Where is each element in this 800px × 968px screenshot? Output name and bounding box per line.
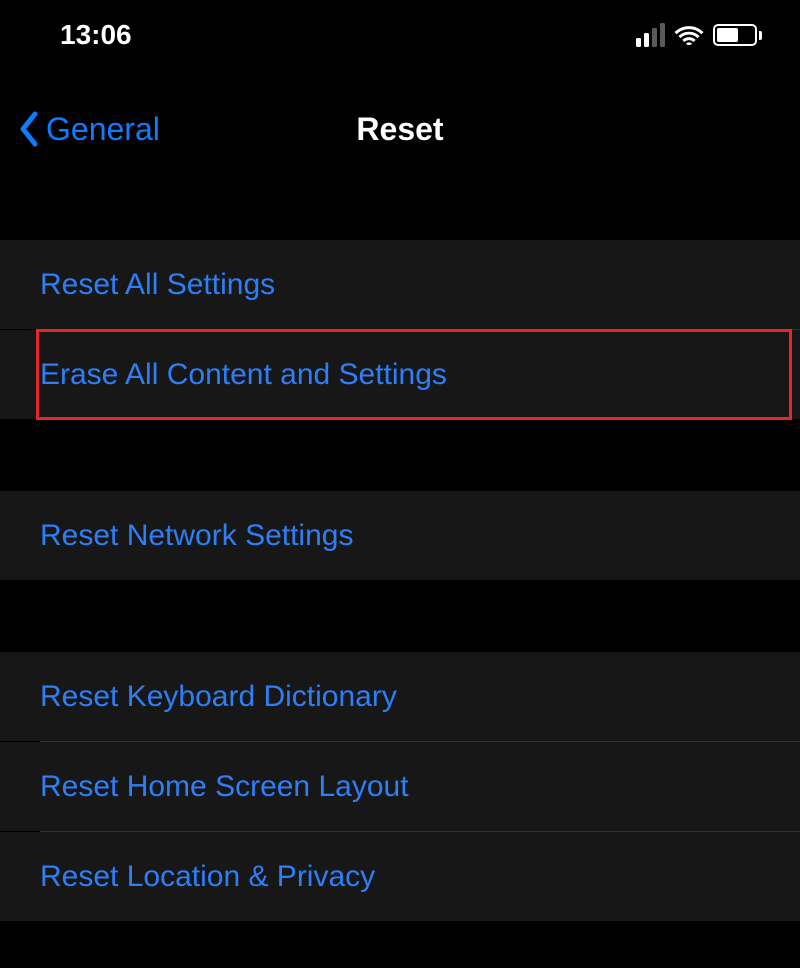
- back-button[interactable]: General: [18, 111, 160, 148]
- row-label: Reset Home Screen Layout: [40, 770, 409, 804]
- battery-icon: [713, 24, 762, 46]
- row-reset-location-and-privacy[interactable]: Reset Location & Privacy: [0, 832, 800, 921]
- row-label: Reset Keyboard Dictionary: [40, 680, 397, 714]
- cellular-signal-icon: [636, 23, 666, 47]
- row-label: Reset Network Settings: [40, 519, 353, 553]
- status-time: 13:06: [60, 19, 132, 51]
- row-reset-keyboard-dictionary[interactable]: Reset Keyboard Dictionary: [0, 652, 800, 741]
- row-erase-all-content-and-settings[interactable]: Erase All Content and Settings: [0, 330, 800, 419]
- back-label: General: [46, 111, 160, 148]
- row-label: Reset All Settings: [40, 268, 275, 302]
- row-label: Erase All Content and Settings: [40, 358, 447, 392]
- status-indicators: [636, 23, 763, 47]
- row-label: Reset Location & Privacy: [40, 860, 375, 894]
- status-bar: 13:06: [0, 0, 800, 62]
- row-reset-home-screen-layout[interactable]: Reset Home Screen Layout: [0, 742, 800, 831]
- chevron-left-icon: [18, 111, 40, 147]
- nav-header: General Reset: [0, 90, 800, 168]
- page-title: Reset: [356, 111, 443, 148]
- wifi-icon: [674, 24, 704, 46]
- row-reset-network-settings[interactable]: Reset Network Settings: [0, 491, 800, 580]
- row-reset-all-settings[interactable]: Reset All Settings: [0, 240, 800, 329]
